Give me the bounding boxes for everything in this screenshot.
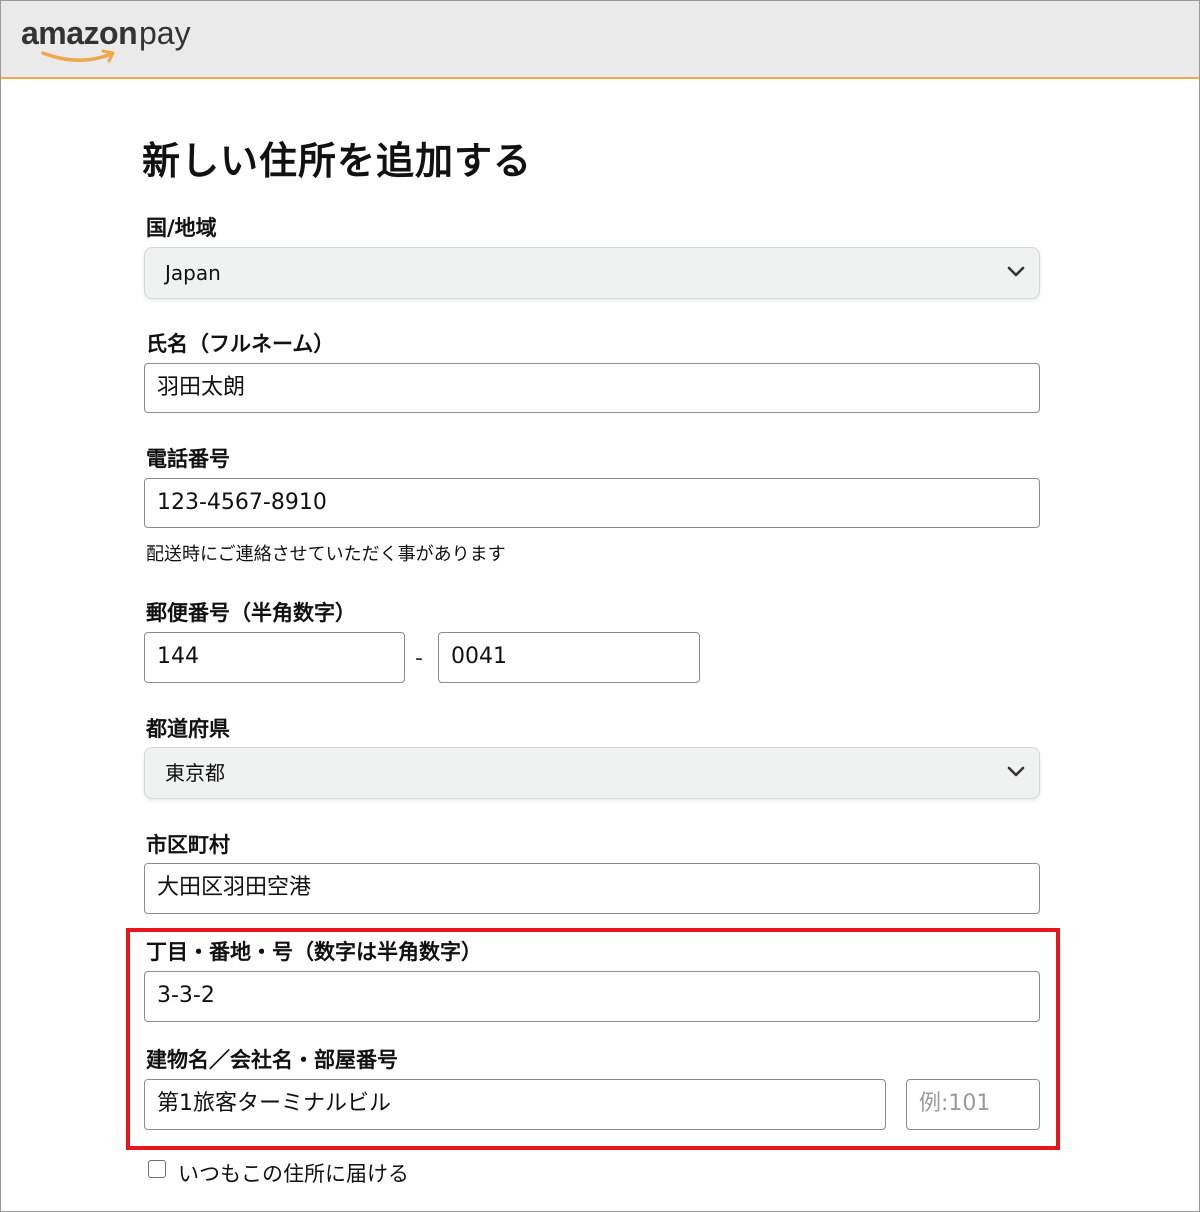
prefecture-label: 都道府県 [146,717,230,741]
full-name-label: 氏名（フルネーム） [146,332,335,356]
city-input[interactable]: 大田区羽田空港 [144,863,1040,914]
phone-label: 電話番号 [146,447,230,471]
country-select[interactable]: Japan [144,247,1040,299]
prefecture-select[interactable]: 東京都 [144,747,1040,799]
postal-code-label: 郵便番号（半角数字） [146,601,356,625]
full-name-input[interactable]: 羽田太朗 [144,363,1040,413]
postal-code-separator: - [415,646,423,671]
logo-brand-text: amazon [21,15,138,51]
smile-arrow-icon [41,49,115,63]
default-address-label[interactable]: いつもこの住所に届ける [178,1158,409,1188]
building-label: 建物名／会社名・部屋番号 [146,1048,398,1072]
country-value: Japan [165,261,221,285]
header-bar: amazon pay [1,1,1199,79]
country-label: 国/地域 [146,216,217,240]
logo-suffix-text: pay [139,15,191,51]
postal-code-part2-input[interactable]: 0041 [438,632,700,683]
city-label: 市区町村 [146,833,230,857]
postal-code-part1-input[interactable]: 144 [144,632,405,683]
phone-input[interactable]: 123-4567-8910 [144,478,1040,528]
address-line-input[interactable]: 3-3-2 [144,971,1040,1022]
chevron-down-icon [1007,266,1025,277]
phone-hint: 配送時にご連絡させていただく事があります [146,544,506,565]
building-input[interactable]: 第1旅客ターミナルビル [144,1079,886,1130]
page-title: 新しい住所を追加する [142,139,533,183]
prefecture-value: 東京都 [165,761,225,785]
chevron-down-icon [1007,766,1025,777]
room-number-input[interactable]: 例:101 [906,1079,1040,1130]
default-address-checkbox[interactable] [148,1160,166,1178]
address-line-label: 丁目・番地・号（数字は半角数字） [146,940,482,964]
